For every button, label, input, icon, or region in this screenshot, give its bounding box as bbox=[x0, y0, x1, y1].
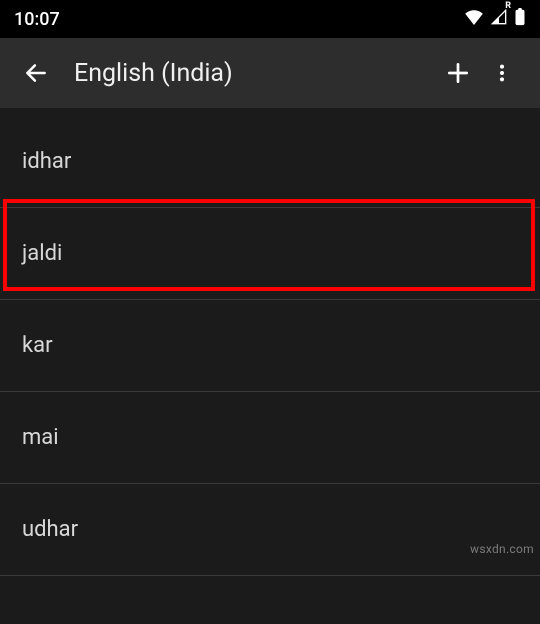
list-item-label: idhar bbox=[22, 149, 71, 174]
watermark: wsxdn.com bbox=[470, 542, 534, 556]
back-button[interactable] bbox=[16, 53, 56, 93]
word-list: idhar jaldi kar mai udhar bbox=[0, 116, 540, 576]
wifi-icon bbox=[464, 9, 484, 30]
battery-icon bbox=[514, 8, 526, 31]
status-bar: 10:07 R bbox=[0, 0, 540, 38]
list-item[interactable]: mai bbox=[0, 392, 540, 484]
app-bar: English (India) bbox=[0, 38, 540, 108]
add-button[interactable] bbox=[436, 51, 480, 95]
list-item[interactable]: udhar bbox=[0, 484, 540, 576]
list-item-label: kar bbox=[22, 333, 53, 358]
more-options-button[interactable] bbox=[480, 51, 524, 95]
list-item[interactable]: jaldi bbox=[0, 208, 540, 300]
status-icons: R bbox=[464, 8, 526, 31]
status-time: 10:07 bbox=[14, 9, 60, 30]
list-item-label: jaldi bbox=[22, 241, 62, 266]
page-title: English (India) bbox=[74, 59, 436, 88]
list-item-label: mai bbox=[22, 425, 59, 450]
signal-icon: R bbox=[490, 9, 508, 30]
list-item[interactable]: idhar bbox=[0, 116, 540, 208]
signal-badge: R bbox=[505, 1, 511, 11]
list-item-label: udhar bbox=[22, 517, 78, 542]
list-item[interactable]: kar bbox=[0, 300, 540, 392]
